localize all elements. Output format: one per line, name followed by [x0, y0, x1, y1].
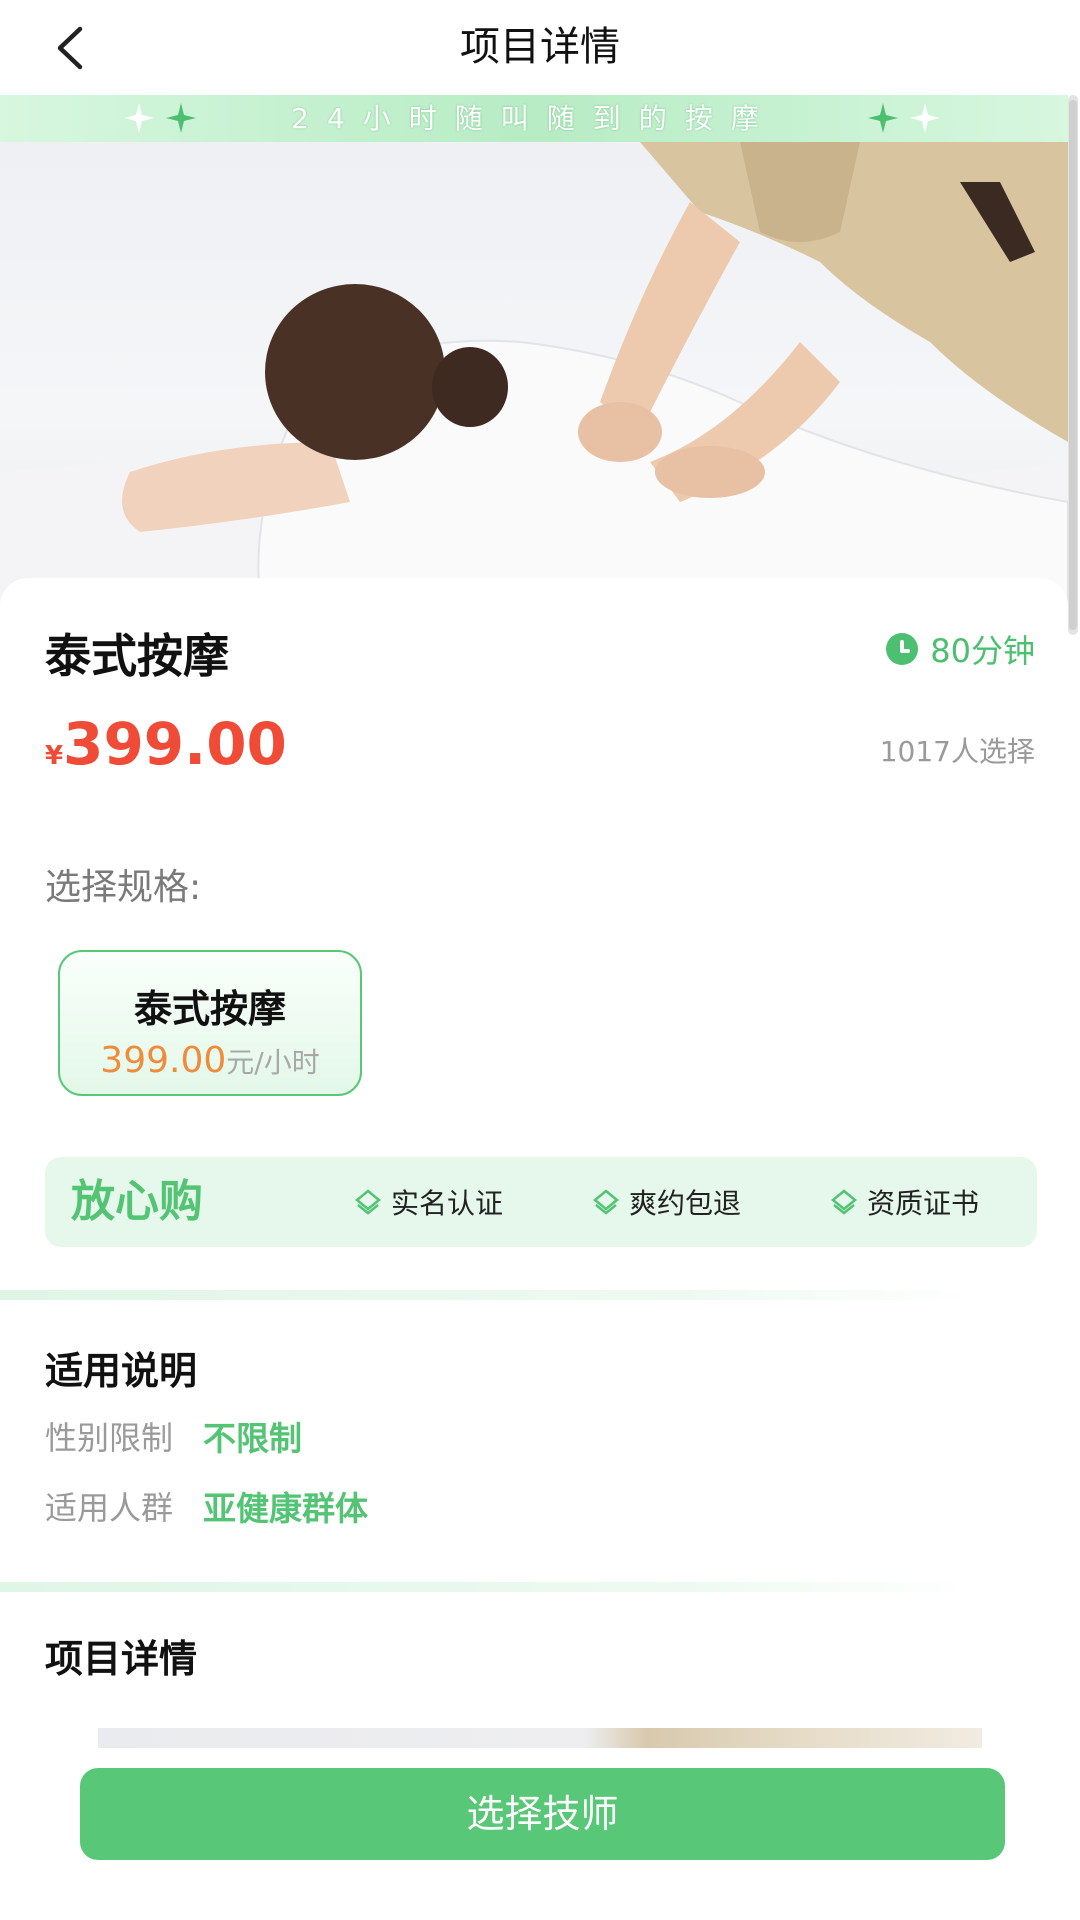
- applicability-value: 亚健康群体: [203, 1489, 369, 1528]
- diamond-check-icon: [593, 1189, 619, 1215]
- assurance-item-label: 资质证书: [867, 1187, 980, 1220]
- selected-count: 1017人选择: [879, 735, 1035, 768]
- top-nav-bar: 项目详情: [0, 0, 1080, 95]
- assurance-item-label: 实名认证: [391, 1187, 504, 1220]
- diamond-check-icon: [831, 1189, 857, 1215]
- applicability-row: 适用人群 亚健康群体: [45, 1482, 368, 1530]
- choose-therapist-button[interactable]: 选择技师: [80, 1768, 1005, 1860]
- sparkle-icon: [910, 103, 940, 133]
- product-price: ¥399.00: [45, 710, 287, 778]
- spec-option-card[interactable]: 泰式按摩 399.00元/小时: [58, 950, 362, 1096]
- assurance-item: 实名认证: [355, 1157, 503, 1247]
- price-value: 399.00: [63, 710, 287, 778]
- section-divider: [0, 1290, 980, 1300]
- page-title: 项目详情: [460, 24, 620, 70]
- assurance-strip: 放心购 实名认证 爽约包退 资质证书: [45, 1157, 1037, 1247]
- clock-icon: [886, 633, 919, 665]
- duration-text: 80分钟: [930, 632, 1035, 670]
- spec-price-unit: 元/小时: [226, 1046, 320, 1079]
- detail-image-preview: [98, 1728, 982, 1748]
- assurance-item: 资质证书: [831, 1157, 979, 1247]
- applicability-title: 适用说明: [45, 1349, 198, 1393]
- spec-price-value: 399.00: [100, 1040, 227, 1081]
- assurance-item-label: 爽约包退: [629, 1187, 742, 1220]
- assurance-title: 放心购: [71, 1176, 203, 1227]
- scrollbar-thumb[interactable]: [1069, 100, 1077, 630]
- massage-photo-illustration: [0, 142, 1068, 602]
- assurance-item: 爽约包退: [593, 1157, 741, 1247]
- applicability-value: 不限制: [203, 1419, 303, 1458]
- currency-symbol: ¥: [45, 741, 64, 771]
- spec-option-name: 泰式按摩: [133, 987, 286, 1031]
- product-name: 泰式按摩: [45, 629, 229, 683]
- applicability-key: 适用人群: [45, 1489, 174, 1527]
- applicability-key: 性别限制: [45, 1419, 174, 1457]
- diamond-check-icon: [355, 1189, 381, 1215]
- duration-badge: 80分钟: [886, 626, 1035, 672]
- spec-label: 选择规格:: [45, 867, 202, 908]
- product-hero-image: [0, 142, 1068, 602]
- applicability-row: 性别限制 不限制: [45, 1412, 302, 1460]
- details-title: 项目详情: [45, 1637, 198, 1681]
- spec-option-price: 399.00元/小时: [60, 1040, 360, 1081]
- promo-banner: 24小时随叫随到的按摩: [0, 95, 1068, 142]
- section-divider: [0, 1582, 980, 1592]
- sparkle-icon: [868, 103, 898, 133]
